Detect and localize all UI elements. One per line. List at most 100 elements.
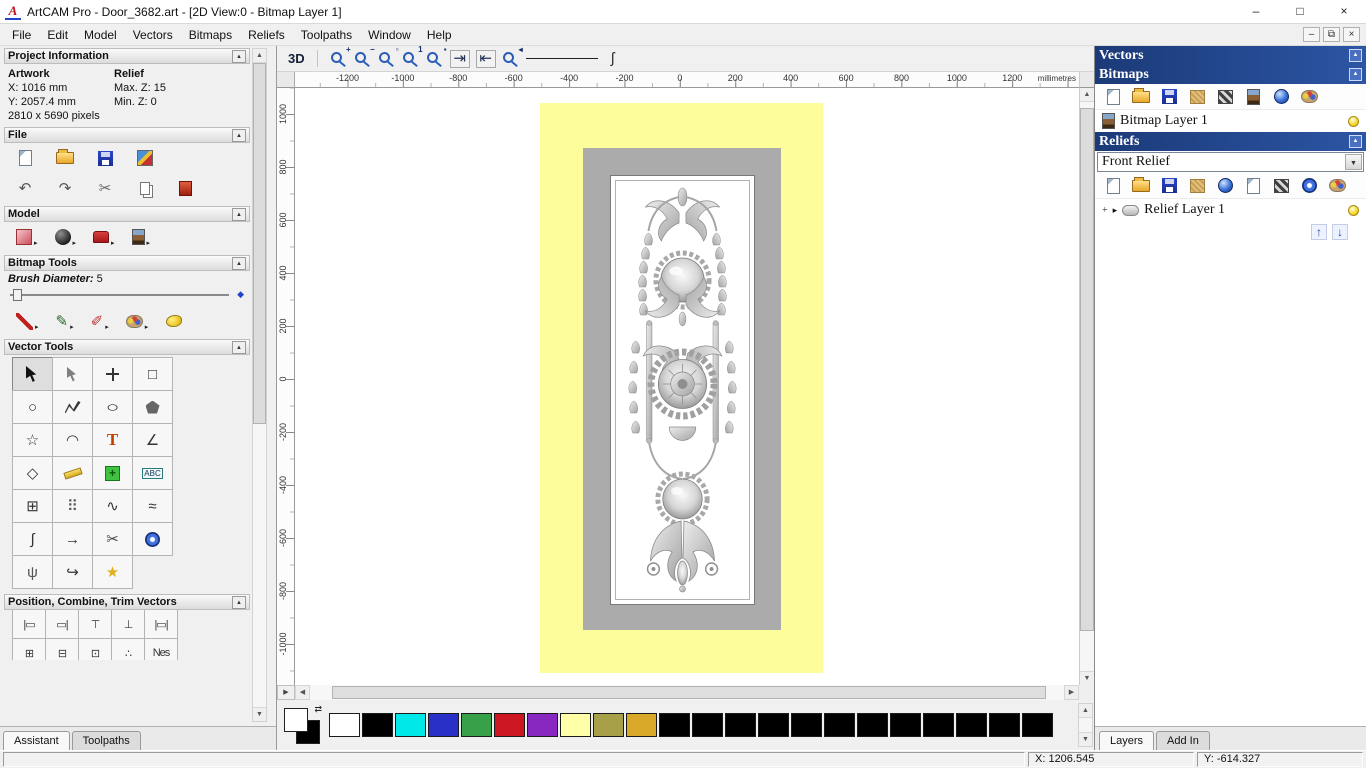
swirl-relief-button[interactable]: [1216, 176, 1234, 196]
collapse-button[interactable]: ▲: [232, 49, 246, 63]
create-circle-tool[interactable]: ○: [12, 390, 53, 424]
close-button[interactable]: ×: [1322, 0, 1366, 23]
palette-swatch-20[interactable]: [989, 713, 1020, 737]
flyout-arrow-icon[interactable]: ▸: [34, 239, 38, 247]
palette-swatch-4[interactable]: [461, 713, 492, 737]
vector-doctor-tool[interactable]: →: [52, 522, 93, 556]
palette-swatch-17[interactable]: [890, 713, 921, 737]
package-button[interactable]: [176, 178, 194, 198]
align-top-tool[interactable]: ⊤: [78, 610, 112, 639]
palette-scrollbar[interactable]: ▲ ▼: [1078, 703, 1093, 747]
mirror-relief-button[interactable]: [1272, 176, 1290, 196]
palette-swatch-7[interactable]: [560, 713, 591, 737]
dimension-tool[interactable]: [52, 456, 93, 490]
dropdown-arrow-icon[interactable]: ▼: [1345, 154, 1362, 170]
stamp-model-button[interactable]: ▸: [93, 227, 115, 247]
collapse-button[interactable]: ▲: [232, 207, 246, 221]
palette-swatch-13[interactable]: [758, 713, 789, 737]
palette-bitmap-button[interactable]: [1300, 87, 1318, 107]
align-left-tool[interactable]: |▭: [12, 610, 46, 639]
scrollbar-track[interactable]: [253, 63, 266, 707]
texture-relief-button[interactable]: ▸: [54, 227, 76, 247]
scroll-up-button[interactable]: ▲: [1079, 704, 1092, 718]
expand-plus-icon[interactable]: +: [1102, 205, 1108, 216]
vectors-header[interactable]: Vectors ▲: [1095, 46, 1366, 65]
palette-swatch-6[interactable]: [527, 713, 558, 737]
envelope-distort-tool[interactable]: ψ: [12, 555, 53, 589]
zoom-objects-button[interactable]: ▪: [426, 45, 447, 69]
palette-swatch-9[interactable]: [626, 713, 657, 737]
flyout-arrow-icon[interactable]: ▸: [105, 323, 109, 331]
collapse-button[interactable]: ▲: [232, 128, 246, 142]
scroll-up-button[interactable]: ▲: [1080, 88, 1094, 102]
scroll-down-button[interactable]: ▼: [1079, 732, 1092, 746]
tab-assistant[interactable]: Assistant: [3, 731, 70, 750]
relief-layer-row[interactable]: + ▸ Relief Layer 1: [1095, 199, 1366, 221]
fillet-tool[interactable]: ↪: [52, 555, 93, 589]
scroll-left-button[interactable]: ◀: [295, 685, 310, 700]
array-tool[interactable]: ∴: [111, 638, 145, 660]
measure-tool[interactable]: ∠: [132, 423, 173, 457]
open-model-button[interactable]: [56, 148, 74, 168]
load-relief-layer-button[interactable]: [1132, 176, 1150, 196]
contrast-bitmap-button[interactable]: [1216, 87, 1234, 107]
transform-vectors-tool[interactable]: [92, 357, 133, 391]
palette-swatch-8[interactable]: [593, 713, 624, 737]
block-copy-tool[interactable]: ⊞: [12, 489, 53, 523]
node-editing-tool[interactable]: [52, 357, 93, 391]
menu-window[interactable]: Window: [360, 25, 419, 45]
horizontal-scrollbar[interactable]: [310, 685, 1064, 700]
palette-swatch-21[interactable]: [1022, 713, 1053, 737]
scroll-down-button[interactable]: ▼: [253, 707, 266, 721]
menu-reliefs[interactable]: Reliefs: [240, 25, 293, 45]
flyout-arrow-icon[interactable]: ▸: [70, 323, 74, 331]
offset-vectors-tool[interactable]: ◇: [12, 456, 53, 490]
palette-swatch-16[interactable]: [857, 713, 888, 737]
align-right-tool[interactable]: ▭|: [45, 610, 79, 639]
bitmaps-header[interactable]: Bitmaps ▲: [1095, 65, 1366, 84]
redo-button[interactable]: ↷: [56, 178, 74, 198]
group-vectors-tool[interactable]: ⊞: [12, 638, 46, 660]
drawing-canvas[interactable]: [295, 88, 1079, 685]
duplicate-relief-button[interactable]: [1244, 176, 1262, 196]
save-relief-layer-button[interactable]: [1160, 176, 1178, 196]
scroll-right-button[interactable]: ▶: [1064, 685, 1079, 700]
expand-arrow-icon[interactable]: ▸: [1113, 205, 1118, 216]
tab-layers[interactable]: Layers: [1099, 731, 1155, 750]
weld-vectors-tool[interactable]: ⊡: [78, 638, 112, 660]
flyout-arrow-icon[interactable]: ▸: [145, 323, 149, 331]
paint-tool[interactable]: ▸: [16, 311, 39, 331]
scrollbar-thumb[interactable]: [332, 686, 1046, 699]
sphere-relief-button[interactable]: [1300, 176, 1318, 196]
greyscale-bitmap-button[interactable]: [1244, 87, 1262, 107]
adjust-model-button[interactable]: ▸: [16, 227, 38, 247]
sphere-bitmap-button[interactable]: [1272, 87, 1290, 107]
palette-swatch-1[interactable]: [362, 713, 393, 737]
draw-tool[interactable]: ✎ ▸: [56, 311, 74, 332]
palette-swatch-10[interactable]: [659, 713, 690, 737]
create-arc-tool[interactable]: ◠: [52, 423, 93, 457]
palette-swatch-15[interactable]: [824, 713, 855, 737]
greyscale-from-model-button[interactable]: ▸: [131, 227, 150, 247]
fit-curves-tool[interactable]: ∿: [92, 489, 133, 523]
scroll-up-button[interactable]: ▲: [253, 49, 266, 63]
zoom-previous-button[interactable]: ◂: [502, 45, 523, 69]
trim-vectors-tool[interactable]: ✂: [92, 522, 133, 556]
menu-help[interactable]: Help: [419, 25, 460, 45]
mdi-restore-button[interactable]: ⧉: [1323, 27, 1340, 42]
curve-preview[interactable]: ʃ: [604, 49, 622, 69]
create-rectangle-tool[interactable]: □: [132, 357, 173, 391]
new-model-button[interactable]: [16, 148, 34, 168]
menu-bitmaps[interactable]: Bitmaps: [181, 25, 240, 45]
relief-select[interactable]: Front Relief ▼: [1097, 152, 1364, 172]
palette-swatch-19[interactable]: [956, 713, 987, 737]
collapse-button[interactable]: ▲: [232, 256, 246, 270]
minimize-button[interactable]: –: [1234, 0, 1278, 23]
palette-swatch-14[interactable]: [791, 713, 822, 737]
tab-toolpaths[interactable]: Toolpaths: [71, 731, 141, 750]
layer-visibility-bulb-icon[interactable]: [1348, 204, 1359, 216]
cut-button[interactable]: ✂: [96, 178, 114, 198]
ungroup-vectors-tool[interactable]: ⊟: [45, 638, 79, 660]
slider-handle[interactable]: [13, 288, 22, 301]
load-bitmap-layer-button[interactable]: [1132, 87, 1150, 107]
